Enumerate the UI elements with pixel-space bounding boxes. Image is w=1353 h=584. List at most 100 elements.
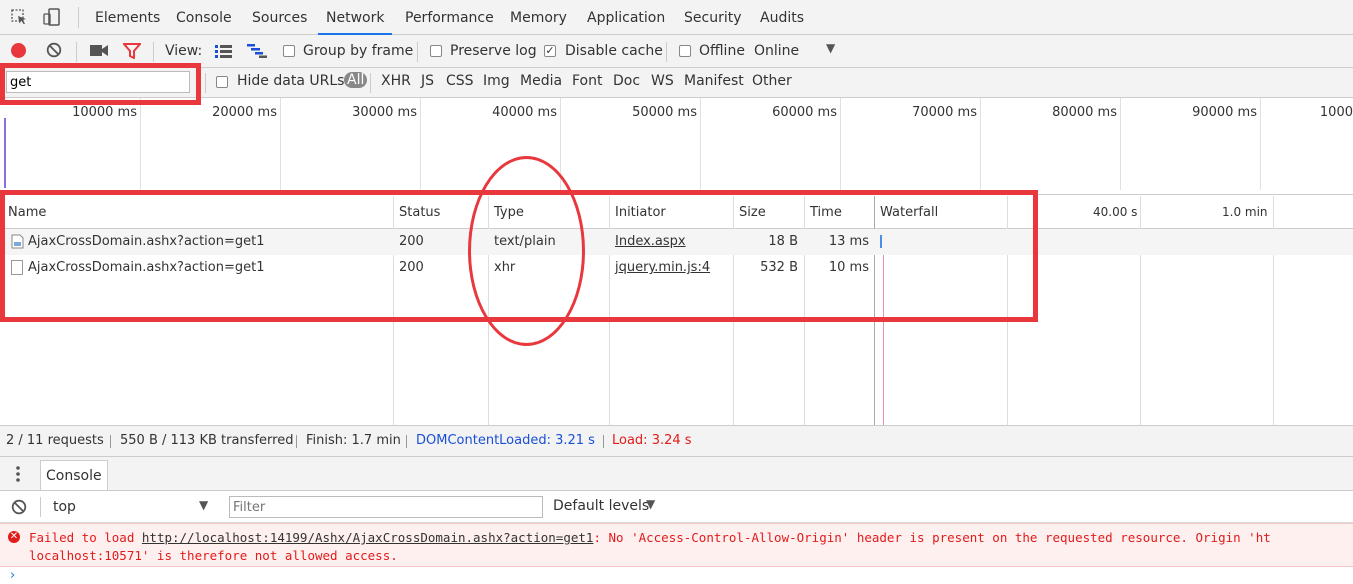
load-time: Load: 3.24 s bbox=[612, 433, 692, 448]
inspect-element-icon[interactable] bbox=[11, 9, 27, 25]
request-name[interactable]: AjaxCrossDomain.ashx?action=get1 bbox=[28, 260, 264, 275]
overview-tick: 60000 ms bbox=[772, 105, 837, 120]
group-by-frame-label: Group by frame bbox=[303, 43, 414, 59]
filter-type-all[interactable]: All bbox=[344, 72, 368, 88]
hide-data-urls-label: Hide data URLs bbox=[237, 73, 345, 89]
filter-type-manifest[interactable]: Manifest bbox=[684, 73, 744, 89]
column-status-header[interactable]: Status bbox=[399, 205, 440, 220]
request-size: 18 B bbox=[768, 234, 798, 249]
throttling-select[interactable]: Online bbox=[754, 43, 799, 59]
filter-type-doc[interactable]: Doc bbox=[613, 73, 640, 89]
filter-type-css[interactable]: CSS bbox=[446, 73, 474, 89]
overview-tick: 50000 ms bbox=[632, 105, 697, 120]
request-time: 13 ms bbox=[828, 234, 869, 249]
error-url-link[interactable]: http://localhost:14199/Ashx/AjaxCrossDom… bbox=[142, 530, 594, 545]
table-row[interactable]: AjaxCrossDomain.ashx?action=get1 200 tex… bbox=[0, 229, 1353, 255]
request-status: 200 bbox=[399, 234, 424, 249]
error-text: : No 'Access-Control-Allow-Origin' heade… bbox=[593, 530, 1271, 545]
waterfall-tick: 1.0 min bbox=[1222, 205, 1268, 219]
request-count: 2 / 11 requests bbox=[6, 433, 104, 448]
filter-type-font[interactable]: Font bbox=[572, 73, 602, 89]
overview-waterfall-icon[interactable] bbox=[247, 44, 267, 58]
tab-elements[interactable]: Elements bbox=[95, 0, 160, 35]
view-label: View: bbox=[165, 43, 203, 59]
devtools-tab-bar: Elements Console Sources Network Perform… bbox=[0, 0, 1353, 35]
finish-time: Finish: 1.7 min bbox=[306, 433, 401, 448]
request-name[interactable]: AjaxCrossDomain.ashx?action=get1 bbox=[28, 234, 264, 249]
network-overview[interactable]: 10000 ms 20000 ms 30000 ms 40000 ms 5000… bbox=[0, 98, 1353, 195]
domcontentloaded-time: DOMContentLoaded: 3.21 s bbox=[416, 433, 595, 448]
overview-tick: 1000 bbox=[1319, 105, 1353, 120]
request-type: text/plain bbox=[494, 234, 556, 249]
filter-type-media[interactable]: Media bbox=[520, 73, 562, 89]
column-name-header[interactable]: Name bbox=[8, 205, 46, 220]
chevron-down-icon[interactable]: ▼ bbox=[646, 497, 655, 511]
disable-cache-label: Disable cache bbox=[565, 43, 663, 59]
console-filter-input[interactable] bbox=[229, 496, 543, 518]
chevron-down-icon[interactable]: ▼ bbox=[199, 498, 208, 512]
document-icon bbox=[11, 234, 24, 249]
requests-table-header: Name Status Type Initiator Size Time Wat… bbox=[0, 196, 1353, 229]
clear-console-icon[interactable] bbox=[11, 499, 27, 515]
tab-memory[interactable]: Memory bbox=[510, 0, 567, 35]
tab-security[interactable]: Security bbox=[684, 0, 742, 35]
request-initiator-link[interactable]: Index.aspx bbox=[615, 234, 686, 249]
blank-document-icon bbox=[11, 260, 23, 275]
more-options-icon[interactable] bbox=[16, 465, 20, 483]
overview-tick: 80000 ms bbox=[1052, 105, 1117, 120]
request-size: 532 B bbox=[760, 260, 798, 275]
filter-type-ws[interactable]: WS bbox=[651, 73, 674, 89]
record-icon[interactable] bbox=[11, 43, 26, 58]
capture-screenshots-icon[interactable] bbox=[90, 44, 108, 57]
tab-console[interactable]: Console bbox=[176, 0, 232, 35]
column-type-header[interactable]: Type bbox=[494, 205, 524, 220]
overview-tick: 20000 ms bbox=[212, 105, 277, 120]
filter-type-other[interactable]: Other bbox=[752, 73, 792, 89]
column-size-header[interactable]: Size bbox=[739, 205, 766, 220]
error-text-prefix: Failed to load bbox=[29, 530, 142, 545]
group-by-frame-checkbox[interactable] bbox=[283, 45, 295, 57]
table-row[interactable]: AjaxCrossDomain.ashx?action=get1 200 xhr… bbox=[0, 255, 1353, 281]
error-text-line2: localhost:10571' is therefore not allowe… bbox=[29, 548, 398, 563]
filter-type-xhr[interactable]: XHR bbox=[381, 73, 411, 89]
filter-type-js[interactable]: JS bbox=[421, 73, 434, 89]
tab-performance[interactable]: Performance bbox=[405, 0, 494, 35]
offline-checkbox[interactable] bbox=[679, 45, 691, 57]
network-toolbar: View: Group by frame Preserve log ✓ Disa… bbox=[0, 35, 1353, 68]
console-toolbar: top ▼ Default levels ▼ bbox=[0, 491, 1353, 523]
hide-data-urls-checkbox[interactable] bbox=[216, 76, 228, 88]
console-prompt-icon[interactable]: › bbox=[10, 568, 15, 583]
tab-network[interactable]: Network bbox=[318, 0, 393, 35]
column-waterfall-header[interactable]: Waterfall bbox=[880, 205, 938, 220]
overview-tick: 10000 ms bbox=[72, 105, 137, 120]
filter-icon[interactable] bbox=[121, 43, 143, 60]
column-initiator-header[interactable]: Initiator bbox=[615, 205, 666, 220]
chevron-down-icon[interactable]: ▼ bbox=[826, 41, 835, 55]
tab-sources[interactable]: Sources bbox=[252, 0, 307, 35]
request-type: xhr bbox=[494, 260, 516, 275]
error-icon: ✕ bbox=[8, 531, 20, 543]
request-initiator-link[interactable]: jquery.min.js:4 bbox=[615, 260, 710, 275]
tab-application[interactable]: Application bbox=[587, 0, 665, 35]
filter-type-img[interactable]: Img bbox=[483, 73, 510, 89]
tab-audits[interactable]: Audits bbox=[760, 0, 804, 35]
console-error-message[interactable]: ✕ Failed to load http://localhost:14199/… bbox=[0, 523, 1353, 567]
preserve-log-label: Preserve log bbox=[450, 43, 537, 59]
request-time: 10 ms bbox=[828, 260, 869, 275]
network-filter-bar: Hide data URLs All XHR JS CSS Img Media … bbox=[0, 68, 1353, 98]
clear-icon[interactable] bbox=[46, 42, 62, 58]
drawer-tab-bar: Console bbox=[0, 457, 1353, 491]
drawer-tab-console[interactable]: Console bbox=[40, 460, 108, 490]
waterfall-bar bbox=[880, 235, 882, 248]
log-levels-select[interactable]: Default levels bbox=[553, 498, 649, 514]
filter-input[interactable] bbox=[6, 71, 190, 93]
column-time-header[interactable]: Time bbox=[810, 205, 842, 220]
device-toolbar-icon[interactable] bbox=[43, 8, 61, 26]
overview-tick: 70000 ms bbox=[912, 105, 977, 120]
preserve-log-checkbox[interactable] bbox=[430, 45, 442, 57]
large-rows-icon[interactable] bbox=[215, 45, 232, 58]
request-status: 200 bbox=[399, 260, 424, 275]
disable-cache-checkbox[interactable]: ✓ bbox=[544, 45, 556, 57]
network-status-bar: 2 / 11 requests 550 B / 113 KB transferr… bbox=[0, 425, 1353, 457]
context-select[interactable]: top bbox=[53, 499, 76, 515]
